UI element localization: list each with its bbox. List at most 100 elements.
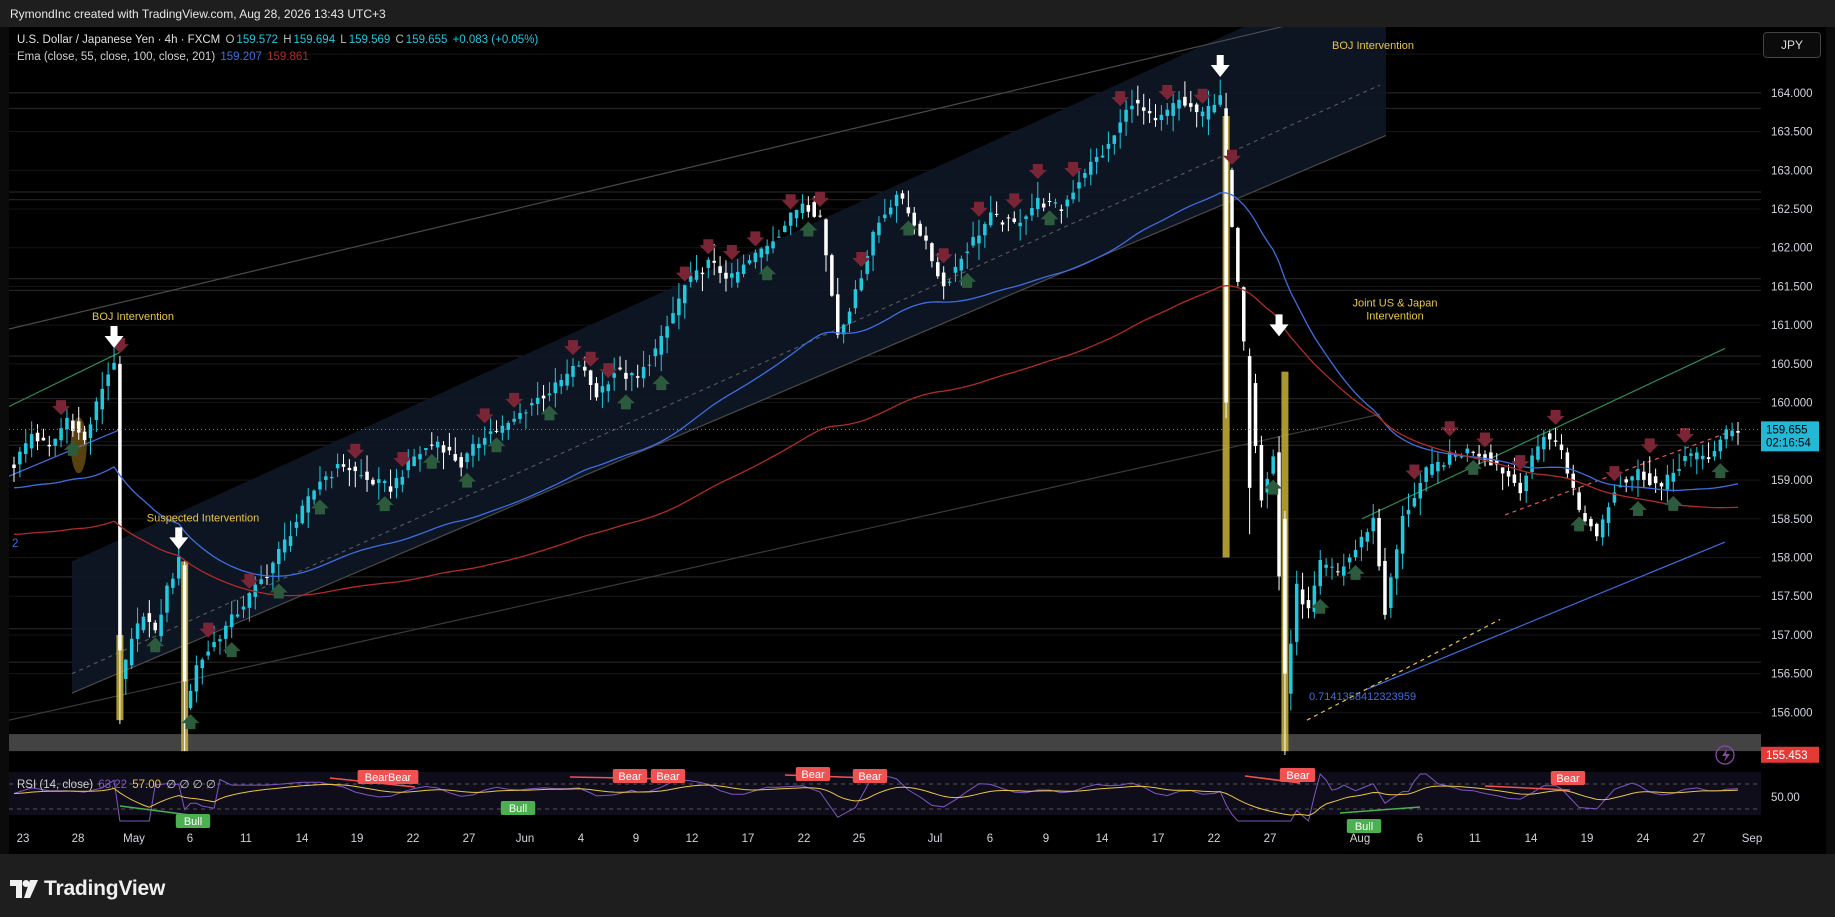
x-tick-label: 19: [1581, 833, 1594, 845]
candle-body: [794, 209, 799, 219]
candle: [1547, 430, 1552, 450]
candle-body: [377, 479, 381, 483]
candle-body: [482, 438, 487, 445]
candle-body: [329, 476, 334, 479]
candle-body: [1665, 474, 1670, 490]
candle: [1259, 435, 1264, 508]
low-value: 159.569: [348, 34, 391, 46]
candle-body: [541, 395, 546, 399]
candle-body: [1289, 643, 1293, 694]
high-value: 159.694: [293, 34, 336, 46]
ascending-channel: [72, 27, 1386, 694]
candle: [65, 407, 69, 444]
candle-body: [182, 565, 187, 682]
x-tick-label: 6: [987, 833, 993, 845]
candle-body: [1683, 456, 1687, 462]
candle-body: [706, 259, 711, 269]
candle: [783, 220, 787, 233]
candle-body: [641, 366, 646, 379]
candle: [1389, 573, 1393, 618]
candle-body: [224, 625, 228, 639]
x-tick-label: 27: [1264, 833, 1277, 845]
candle-body: [1083, 172, 1087, 178]
x-tick-label: 25: [853, 833, 866, 845]
candle-body: [1700, 455, 1705, 460]
candle-body: [947, 281, 952, 283]
candle-body: [524, 412, 528, 414]
candle-body: [1406, 509, 1411, 515]
candle-body: [1036, 197, 1040, 210]
candle-body: [765, 245, 769, 255]
countdown-value: 02:16:54: [1766, 437, 1811, 449]
candle-body: [818, 215, 822, 217]
candle: [1324, 558, 1328, 577]
candle: [1371, 503, 1375, 545]
candle-body: [1377, 517, 1381, 567]
label-text: Bear: [858, 771, 882, 783]
candle-body: [82, 431, 87, 441]
candle-body: [1306, 600, 1311, 609]
candle-body: [1147, 110, 1152, 114]
candle-body: [312, 490, 316, 500]
candle: [1630, 475, 1634, 492]
candle-body: [124, 659, 128, 679]
close-value: 159.655: [405, 34, 448, 46]
candle-body: [259, 579, 263, 584]
candle-body: [871, 231, 875, 256]
candle-body: [247, 593, 252, 608]
candle-body: [1553, 440, 1558, 442]
bear-label: Bear: [1280, 768, 1316, 782]
candle-body: [1283, 518, 1287, 674]
candle-body: [1030, 207, 1034, 216]
candle-body: [1389, 577, 1393, 608]
candle: [1453, 450, 1458, 462]
candle-body: [953, 266, 958, 273]
ema-label: Ema (close, 55, close, 100, close, 201): [17, 51, 216, 63]
candle-body: [1547, 433, 1552, 440]
last-price-value: 159.655: [1766, 424, 1808, 436]
candle-body: [530, 403, 534, 406]
candle-body: [135, 623, 140, 639]
candle-body: [300, 505, 305, 524]
candle-body: [159, 614, 163, 637]
candle-body: [1171, 103, 1175, 116]
y-tick-label: 161.500: [1771, 281, 1813, 293]
brand: TradingView: [10, 877, 165, 901]
x-tick-label: 14: [1525, 833, 1538, 845]
candle-body: [1012, 218, 1017, 222]
y-tick-label: 163.500: [1771, 127, 1813, 139]
candle-body: [35, 432, 40, 442]
label-text: Bear: [1556, 773, 1580, 785]
x-tick-label: Jun: [516, 833, 535, 845]
candle-body: [1000, 222, 1005, 225]
bull-label: Bull: [500, 801, 536, 815]
candle-body: [877, 222, 881, 236]
currency-button[interactable]: JPY: [1763, 32, 1821, 58]
candle-body: [924, 235, 928, 241]
annotation-label: BOJ Intervention: [92, 311, 174, 323]
ema-legend: Ema (close, 55, close, 100, close, 201) …: [17, 51, 311, 63]
candle-body: [759, 248, 764, 258]
price-chart[interactable]: BOJ Intervention Suspected Intervention BO…: [0, 0, 1835, 917]
candle-body: [171, 578, 175, 588]
candle: [1471, 450, 1475, 456]
x-tick-label: 14: [296, 833, 309, 845]
candle: [1365, 528, 1370, 551]
candle-body: [94, 401, 99, 420]
candle-body: [1477, 453, 1481, 457]
x-tick-label: 12: [686, 833, 699, 845]
candle-body: [494, 430, 499, 432]
candle-body: [1653, 476, 1658, 484]
candle-body: [429, 444, 434, 446]
candle-body: [777, 236, 781, 238]
rsi-value-3: ∅ ∅ ∅ ∅: [166, 779, 216, 791]
candle-body: [1595, 523, 1599, 537]
candle-body: [1394, 549, 1399, 579]
annotation-label: Suspected Intervention: [147, 512, 260, 524]
candle-body: [824, 219, 828, 256]
x-tick-label: 6: [187, 833, 193, 845]
candle-body: [477, 443, 481, 449]
candle: [1383, 547, 1387, 620]
candle: [1400, 505, 1405, 570]
recovery-channel-lower: [1366, 541, 1726, 690]
